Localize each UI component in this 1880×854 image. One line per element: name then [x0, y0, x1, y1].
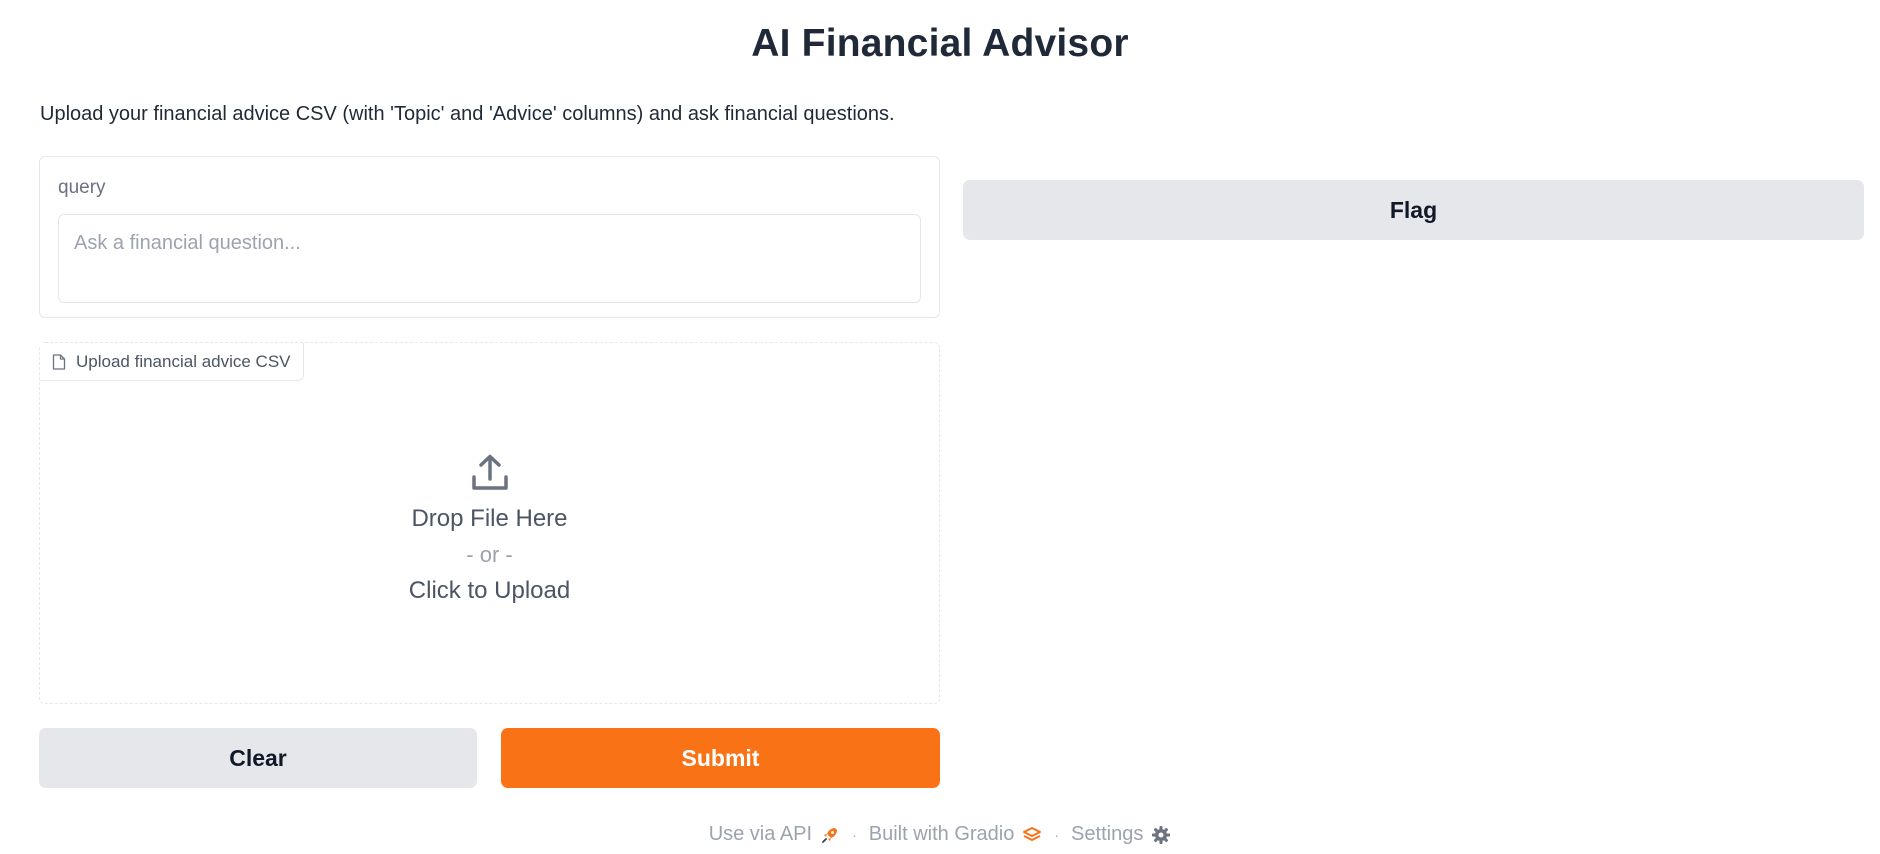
file-upload-dropzone[interactable]: Upload financial advice CSV Drop File He… — [39, 342, 940, 704]
query-input[interactable] — [58, 214, 921, 303]
use-via-api-text: Use via API — [708, 823, 813, 845]
page-title: AI Financial Advisor — [751, 22, 1129, 65]
upload-label: Upload financial advice CSV — [40, 343, 304, 381]
built-with-gradio-text: Built with Gradio — [868, 823, 1015, 845]
flag-button[interactable]: Flag — [963, 180, 1864, 240]
footer-separator: · — [852, 826, 857, 843]
or-separator-text: - or - — [466, 542, 513, 567]
use-via-api-link[interactable]: Use via API — [709, 823, 840, 846]
page-description: Upload your financial advice CSV (with '… — [40, 103, 895, 125]
upload-icon — [471, 454, 508, 490]
page: AI Financial Advisor Upload your financi… — [0, 0, 1880, 854]
gear-icon — [1152, 825, 1171, 844]
footer-separator: · — [1054, 826, 1060, 843]
gradio-logo-icon — [1023, 826, 1042, 841]
drop-file-text: Drop File Here — [411, 505, 568, 532]
settings-link[interactable]: Settings — [1071, 823, 1171, 846]
query-label: query — [58, 177, 106, 198]
clear-button[interactable]: Clear — [39, 728, 477, 788]
upload-label-text: Upload financial advice CSV — [76, 351, 291, 371]
click-to-upload-text[interactable]: Click to Upload — [409, 575, 570, 607]
file-icon — [52, 353, 66, 370]
query-block: query — [39, 156, 940, 318]
built-with-gradio-link[interactable]: Built with Gradio — [869, 823, 1043, 846]
footer: Use via API · Built with Gradio · Settin… — [0, 823, 1880, 846]
upload-prompt[interactable]: Drop File Here - or - Click to Upload — [40, 453, 939, 607]
rocket-icon — [822, 827, 838, 843]
settings-text: Settings — [1071, 823, 1144, 845]
submit-button[interactable]: Submit — [501, 728, 940, 788]
